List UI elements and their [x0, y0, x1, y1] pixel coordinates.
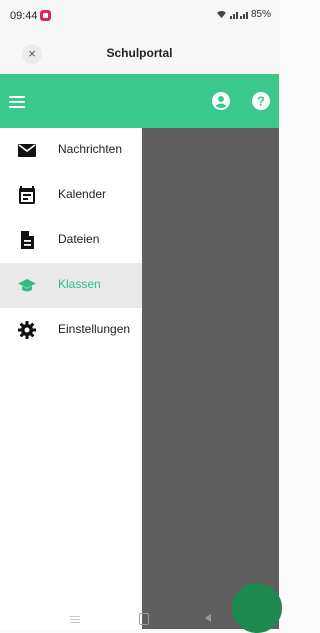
back-button[interactable] — [205, 614, 211, 622]
notification-icon — [40, 10, 51, 21]
signal-icon — [229, 12, 248, 19]
menu-icon[interactable] — [9, 93, 25, 109]
gear-icon — [18, 321, 36, 339]
home-button[interactable] — [139, 613, 149, 625]
mail-icon — [18, 144, 36, 157]
help-icon[interactable]: ? — [251, 91, 271, 111]
drawer-item-kalender[interactable]: Kalender — [0, 173, 142, 218]
drawer-item-nachrichten[interactable]: Nachrichten — [0, 128, 142, 173]
drawer-item-klassen[interactable]: Klassen — [0, 263, 142, 308]
drawer-item-label: Nachrichten — [58, 142, 123, 156]
floating-action-button[interactable] — [232, 583, 282, 633]
drawer-item-label: Dateien — [58, 232, 100, 246]
drawer-item-label: Klassen — [58, 277, 101, 291]
drawer-scrim[interactable] — [142, 128, 279, 629]
drawer-item-label: Kalender — [58, 187, 107, 201]
wifi-icon — [216, 10, 226, 19]
svg-text:?: ? — [257, 94, 265, 109]
app-bar: ? — [0, 74, 279, 128]
drawer-item-dateien[interactable]: Dateien — [0, 218, 142, 263]
system-navigation-bar — [0, 610, 142, 629]
document-icon — [21, 231, 34, 249]
graduation-cap-icon — [18, 279, 36, 292]
status-time: 09:44 — [10, 10, 38, 22]
navigation-drawer: Nachrichten Kalender Dateien Klassen Ein… — [0, 128, 142, 629]
calendar-icon — [19, 186, 35, 204]
status-bar: 09:44 85% — [0, 0, 279, 34]
battery-level: 85% — [250, 9, 271, 20]
system-icons: 85% — [216, 9, 271, 20]
title-bar: × Schulportal — [0, 34, 279, 74]
drawer-item-label: Einstellungen — [58, 322, 131, 336]
recent-apps-button[interactable] — [70, 614, 80, 625]
drawer-item-einstellungen[interactable]: Einstellungen — [0, 308, 142, 353]
page-title: Schulportal — [106, 46, 173, 60]
account-icon[interactable] — [211, 91, 231, 111]
